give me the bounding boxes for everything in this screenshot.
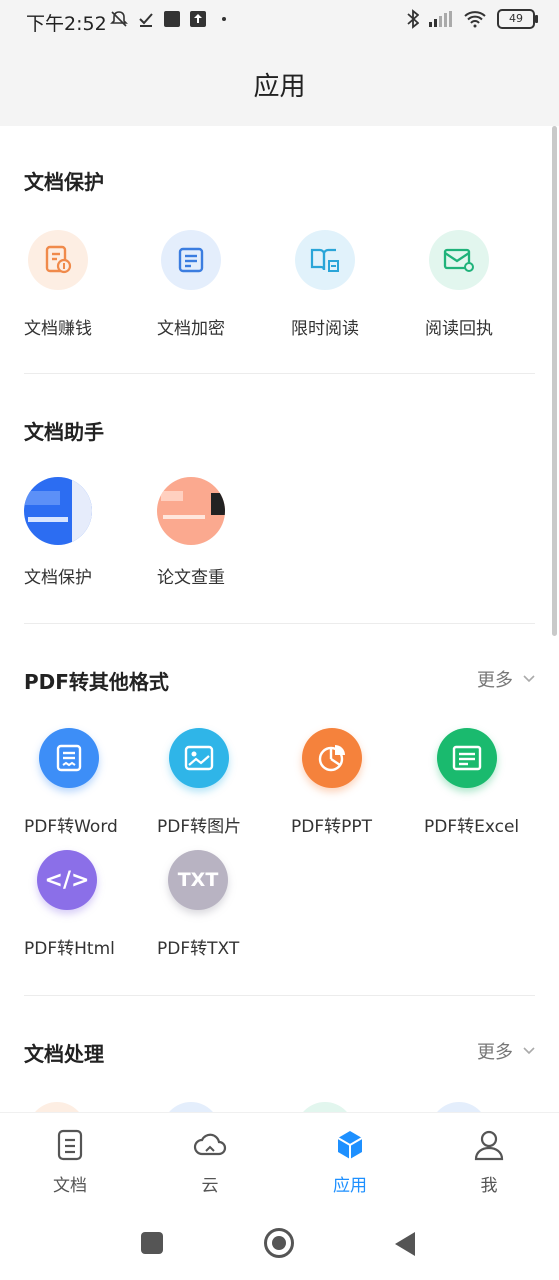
home-dot-icon <box>272 1236 286 1250</box>
doc-protect-thumbnail <box>24 477 92 545</box>
tab-documents[interactable]: 文档 <box>30 1129 110 1196</box>
app-label: 论文查重 <box>157 568 225 588</box>
app-label: 文档赚钱 <box>24 319 92 339</box>
doc-encrypt-icon <box>161 230 221 290</box>
timed-read-icon <box>295 230 355 290</box>
signal-icon <box>429 11 452 27</box>
tab-cloud[interactable]: 云 <box>170 1129 250 1196</box>
status-bar: 下午2:52 49 <box>0 0 559 42</box>
bottom-tab-bar: 文档 云 应用 我 <box>0 1112 559 1205</box>
status-time: 下午2:52 <box>26 13 107 35</box>
section-title: 文档处理 <box>24 1042 104 1066</box>
app-label: PDF转Excel <box>424 817 520 837</box>
back-button[interactable] <box>394 1231 416 1257</box>
app-label: PDF转TXT <box>157 939 240 959</box>
status-notification-icons <box>110 10 226 28</box>
section-doc-protection: 文档保护 文档赚钱 文档加密 限时阅读 阅读回执 <box>0 126 559 374</box>
system-nav-bar <box>0 1204 559 1280</box>
section-title: PDF转其他格式 <box>24 670 169 694</box>
section-doc-processing: 文档处理 更多 <box>0 996 559 1112</box>
app-label: PDF转Html <box>24 939 115 959</box>
app-label: PDF转Word <box>24 817 118 837</box>
tab-label: 我 <box>480 1176 498 1196</box>
battery-icon: 49 <box>497 9 538 29</box>
doc-money-icon <box>28 230 88 290</box>
partial-app-icon[interactable] <box>28 1102 86 1112</box>
tab-label: 应用 <box>333 1176 367 1196</box>
tab-apps[interactable]: 应用 <box>310 1129 390 1196</box>
more-label: 更多 <box>477 670 513 691</box>
tab-label: 云 <box>201 1176 219 1196</box>
app-label: 阅读回执 <box>425 319 493 339</box>
cloud-icon <box>193 1133 227 1156</box>
app-label: PDF转图片 <box>157 817 242 837</box>
page-header: 应用 <box>0 42 559 126</box>
app-label: 限时阅读 <box>291 319 359 339</box>
pdf-html-icon: </> <box>37 850 97 910</box>
more-button[interactable]: 更多 <box>477 666 535 692</box>
more-label: 更多 <box>477 1042 513 1063</box>
recent-apps-button[interactable] <box>141 1232 163 1254</box>
square-app-icon <box>164 11 180 27</box>
section-title: 文档保护 <box>24 170 104 194</box>
read-receipt-icon <box>429 230 489 290</box>
wifi-icon <box>464 11 486 28</box>
pdf-ppt-icon <box>302 728 362 788</box>
pdf-word-icon <box>39 728 99 788</box>
app-label: 文档加密 <box>157 319 225 339</box>
section-title: 文档助手 <box>24 420 104 444</box>
chevron-down-icon <box>523 1047 535 1055</box>
mute-bell-icon <box>110 11 128 27</box>
app-label: PDF转PPT <box>291 817 373 837</box>
partial-app-icon[interactable] <box>296 1102 354 1112</box>
bluetooth-icon <box>407 9 419 29</box>
section-doc-assistant: 文档助手 文档保护 论文查重 <box>0 374 559 624</box>
pdf-image-icon <box>169 728 229 788</box>
partial-app-icon[interactable] <box>162 1102 220 1112</box>
document-icon <box>57 1129 83 1161</box>
partial-app-icon[interactable] <box>430 1102 488 1112</box>
thesis-check-thumbnail <box>157 477 225 545</box>
chevron-down-icon <box>523 675 535 683</box>
dot-icon <box>222 17 226 21</box>
pdf-excel-icon <box>437 728 497 788</box>
more-button[interactable]: 更多 <box>477 1038 535 1064</box>
tab-label: 文档 <box>53 1176 87 1196</box>
home-button[interactable] <box>264 1228 294 1258</box>
tab-me[interactable]: 我 <box>449 1129 529 1196</box>
pdf-txt-icon: TXT <box>168 850 228 910</box>
app-label: 文档保护 <box>24 568 92 588</box>
profile-icon <box>474 1130 504 1161</box>
check-icon <box>139 13 153 27</box>
section-pdf-convert: PDF转其他格式 更多 PDF转Word PDF转图片 PDF转PPT PDF转… <box>0 624 559 996</box>
status-system-icons: 49 <box>407 9 538 29</box>
page-title: 应用 <box>253 72 306 102</box>
apps-cube-icon <box>337 1131 363 1159</box>
upload-icon <box>190 11 206 27</box>
